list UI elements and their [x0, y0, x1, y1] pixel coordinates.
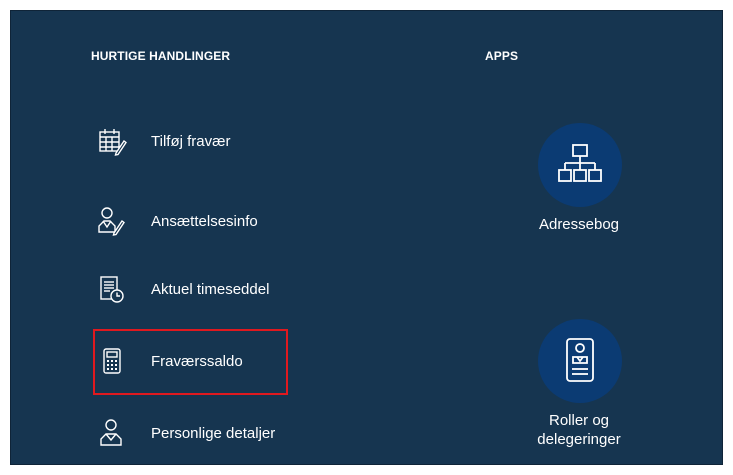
navigator-panel: HURTIGE HANDLINGER Tilføj fravær Ansætte… — [10, 10, 723, 465]
calculator-icon — [103, 348, 121, 374]
person-pencil-icon — [98, 207, 125, 236]
quick-action-label: Tilføj fravær — [151, 132, 231, 150]
quick-actions-title: HURTIGE HANDLINGER — [91, 49, 231, 63]
app-roles-delegations[interactable]: Roller og delegeringer — [519, 319, 639, 459]
id-badge-icon — [566, 338, 594, 382]
quick-action-personal-details[interactable]: Personlige detaljer — [97, 413, 337, 453]
quick-action-label: Aktuel timeseddel — [151, 280, 270, 298]
quick-action-employment-info[interactable]: Ansættelsesinfo — [97, 201, 337, 241]
org-chart-icon — [558, 144, 602, 182]
app-address-book[interactable]: Adressebog — [519, 123, 639, 243]
app-icon-circle — [538, 123, 622, 207]
person-icon — [100, 419, 122, 446]
app-label: Adressebog — [538, 216, 620, 233]
screenshot-frame: HURTIGE HANDLINGER Tilføj fravær Ansætte… — [0, 0, 733, 475]
quick-action-current-timesheet[interactable]: Aktuel timeseddel — [97, 269, 337, 309]
app-icon-circle — [538, 319, 622, 403]
calendar-pencil-icon — [99, 129, 127, 156]
apps-title: APPS — [485, 49, 519, 63]
quick-action-absence-balance[interactable]: Fraværssaldo — [97, 341, 337, 381]
quick-action-label: Ansættelsesinfo — [151, 212, 258, 230]
quick-action-label: Personlige detaljer — [151, 424, 276, 442]
document-clock-icon — [100, 276, 124, 303]
quick-action-label: Fraværssaldo — [151, 352, 243, 370]
app-label: Roller og delegeringer — [537, 412, 621, 448]
quick-action-add-absence[interactable]: Tilføj fravær — [97, 121, 337, 161]
